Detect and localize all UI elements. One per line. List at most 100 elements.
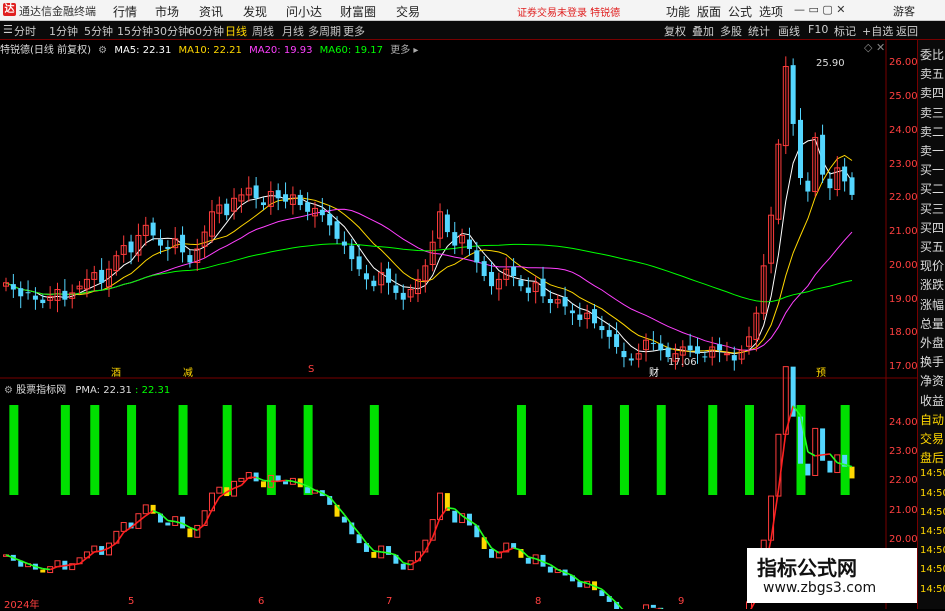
candle-body bbox=[820, 135, 825, 175]
signal-bar bbox=[127, 405, 136, 495]
quote-panel-item[interactable]: 盘后 bbox=[920, 449, 944, 466]
mark-button[interactable]: 标记 bbox=[834, 23, 856, 39]
quote-panel-item[interactable]: 14:50 bbox=[920, 488, 945, 499]
period-tab-5min[interactable]: 5分钟 bbox=[84, 23, 113, 39]
pma-line-segment bbox=[786, 406, 793, 432]
menu-item-wealth[interactable]: 财富圈 bbox=[340, 3, 376, 20]
candle-body bbox=[732, 355, 737, 360]
quote-panel-item[interactable]: 买三 bbox=[920, 200, 944, 217]
app-title: 通达信金融终端 bbox=[19, 3, 96, 19]
indicator-axis-tick: 21.00 bbox=[889, 505, 918, 516]
overlay-button[interactable]: 叠加 bbox=[692, 23, 714, 39]
indicator-bar bbox=[452, 511, 457, 523]
guest-button[interactable]: 游客 bbox=[893, 3, 915, 19]
period-tab-15min[interactable]: 15分钟 bbox=[117, 23, 153, 39]
candle-body bbox=[180, 235, 185, 253]
pma-line-segment bbox=[425, 537, 432, 551]
quote-panel-item[interactable]: 涨跌 bbox=[920, 276, 944, 293]
price-axis-tick: 22.00 bbox=[889, 192, 918, 203]
menu-item-market[interactable]: 市场 bbox=[155, 3, 179, 20]
event-mark-5[interactable]: 预 bbox=[816, 364, 826, 379]
login-notice[interactable]: 证券交易未登录 特锐德 bbox=[517, 4, 620, 19]
window-controls[interactable]: — ▭ ▢ ✕ bbox=[794, 3, 846, 16]
period-tab-60min[interactable]: 60分钟 bbox=[188, 23, 224, 39]
candle-body bbox=[467, 240, 472, 249]
candle-body bbox=[482, 261, 487, 276]
period-tab-1min[interactable]: 1分钟 bbox=[49, 23, 78, 39]
quote-panel-item[interactable]: 卖一 bbox=[920, 142, 944, 159]
date-axis-tick: 7 bbox=[386, 596, 392, 607]
pma-line-segment bbox=[205, 510, 212, 525]
quote-panel-item[interactable]: 14:50 bbox=[920, 564, 945, 575]
high-price-label: 25.90 bbox=[816, 58, 845, 69]
period-tab-more[interactable]: 更多 bbox=[343, 23, 365, 39]
quote-panel-item[interactable]: 委比 bbox=[920, 46, 944, 63]
candle-body bbox=[62, 291, 67, 300]
quote-panel-item[interactable]: 买二 bbox=[920, 180, 944, 197]
candle-body bbox=[327, 214, 332, 225]
quote-panel-item[interactable]: 收益 bbox=[920, 392, 944, 409]
quote-panel-item[interactable]: 交易 bbox=[920, 430, 944, 447]
candle-body bbox=[805, 181, 810, 192]
quote-panel-item[interactable]: 买四 bbox=[920, 219, 944, 236]
quote-panel-item[interactable]: 买五 bbox=[920, 238, 944, 255]
quote-panel-item[interactable]: 换手 bbox=[920, 353, 944, 370]
menu-item-options[interactable]: 选项 bbox=[759, 3, 783, 20]
quote-panel-item[interactable]: 卖四 bbox=[920, 84, 944, 101]
quote-panel-item[interactable]: 卖五 bbox=[920, 65, 944, 82]
indicator-bar bbox=[165, 523, 170, 526]
quote-panel-item[interactable]: 总量 bbox=[920, 315, 944, 332]
quote-panel-item[interactable]: 净资 bbox=[920, 372, 944, 389]
quote-panel-item[interactable]: 卖二 bbox=[920, 123, 944, 140]
quote-panel-item[interactable]: 外盘 bbox=[920, 334, 944, 351]
menu-item-trade[interactable]: 交易 bbox=[396, 3, 420, 20]
adjust-button[interactable]: 复权 bbox=[664, 23, 686, 39]
menu-item-formula[interactable]: 公式 bbox=[728, 3, 752, 20]
price-chart[interactable] bbox=[0, 39, 917, 609]
draw-line-button[interactable]: 画线 bbox=[778, 23, 800, 39]
quote-panel-item[interactable]: 14:50 bbox=[920, 526, 945, 537]
indicator-bar bbox=[283, 481, 288, 484]
add-watchlist-button[interactable]: +自选 bbox=[862, 23, 893, 39]
quote-panel-item[interactable]: 卖三 bbox=[920, 104, 944, 121]
event-mark-3[interactable]: S bbox=[308, 364, 314, 375]
quote-panel-item[interactable]: 14:50 bbox=[920, 584, 945, 595]
menu-item-news[interactable]: 资讯 bbox=[199, 3, 223, 20]
pma-line-segment bbox=[411, 561, 418, 565]
quote-panel-item[interactable]: 14:50 bbox=[920, 545, 945, 556]
menu-item-function[interactable]: 功能 bbox=[666, 3, 690, 20]
candle-body bbox=[570, 310, 575, 313]
quote-panel-item[interactable]: 买一 bbox=[920, 161, 944, 178]
back-button[interactable]: 返回 bbox=[896, 23, 918, 39]
event-mark-1[interactable]: 酒 bbox=[111, 364, 121, 379]
quote-panel-item[interactable]: 现价 bbox=[920, 257, 944, 274]
quote-panel-item[interactable]: 14:50 bbox=[920, 468, 945, 479]
signal-bar bbox=[9, 405, 18, 495]
list-icon[interactable]: ☰ bbox=[3, 23, 13, 36]
quote-panel-item[interactable]: 14:50 bbox=[920, 507, 945, 518]
period-tab-30min[interactable]: 30分钟 bbox=[153, 23, 189, 39]
quote-panel-item[interactable]: 自动 bbox=[920, 411, 944, 428]
menu-item-assistant[interactable]: 问小达 bbox=[286, 3, 322, 20]
candle-body bbox=[18, 288, 23, 296]
candle-body bbox=[187, 255, 192, 262]
candle-body bbox=[26, 292, 31, 293]
candle-body bbox=[614, 334, 619, 347]
period-tab-intraday[interactable]: 分时 bbox=[14, 23, 36, 39]
pma-line-segment bbox=[234, 485, 241, 488]
menu-item-layout[interactable]: 版面 bbox=[697, 3, 721, 20]
period-tab-monthly[interactable]: 月线 bbox=[282, 23, 304, 39]
quote-panel-item[interactable]: 涨幅 bbox=[920, 296, 944, 313]
event-mark-4[interactable]: 财 bbox=[649, 364, 659, 379]
event-mark-2[interactable]: 减 bbox=[183, 364, 193, 379]
stats-button[interactable]: 统计 bbox=[748, 23, 770, 39]
indicator-bar bbox=[850, 467, 855, 479]
period-tab-daily[interactable]: 日线 bbox=[225, 23, 247, 39]
period-tab-multi[interactable]: 多周期 bbox=[308, 23, 341, 39]
f10-button[interactable]: F10 bbox=[808, 23, 828, 36]
multi-stock-button[interactable]: 多股 bbox=[720, 23, 742, 39]
indicator-bar bbox=[371, 552, 376, 558]
period-tab-weekly[interactable]: 周线 bbox=[252, 23, 274, 39]
menu-item-discover[interactable]: 发现 bbox=[243, 3, 267, 20]
menu-item-quotes[interactable]: 行情 bbox=[113, 3, 137, 20]
